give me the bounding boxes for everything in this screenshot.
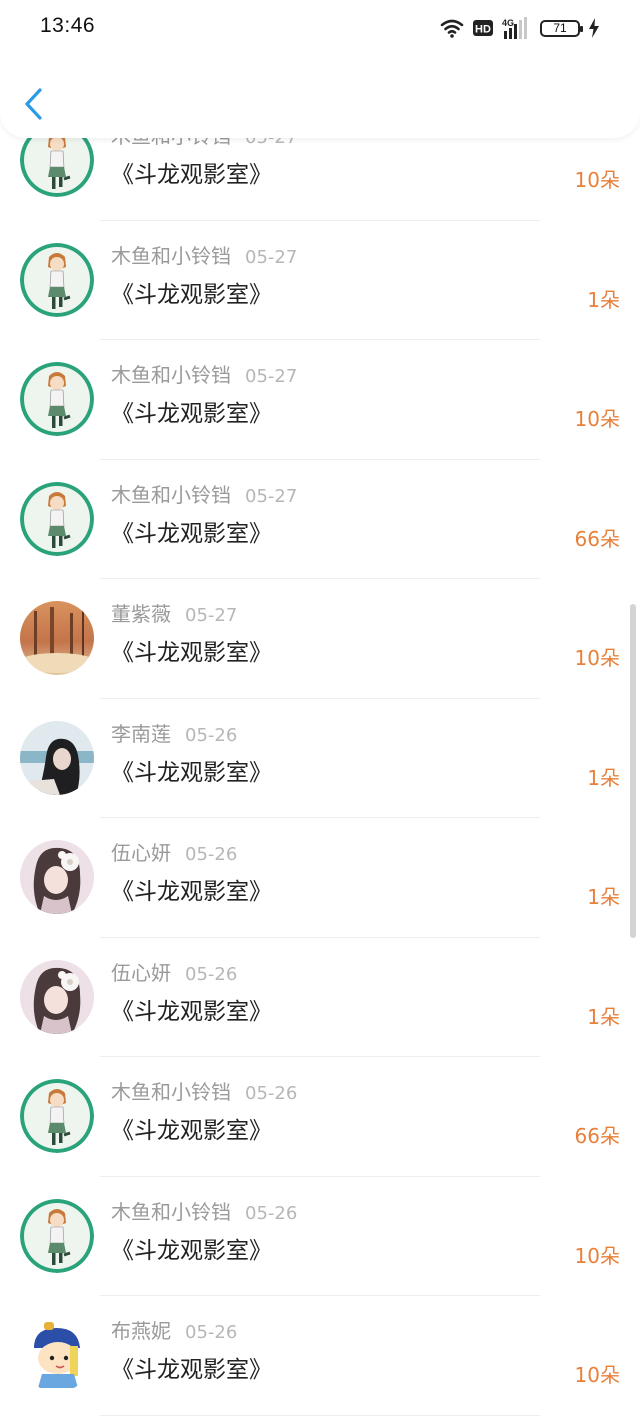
gift-date: 05-26: [185, 724, 238, 746]
hd-icon: HD: [473, 20, 493, 36]
work-title: 《斗龙观影室》: [111, 998, 272, 1025]
battery-icon: 71: [540, 19, 583, 37]
gift-date: 05-27: [185, 605, 238, 626]
sender-line: 伍心妍 05-26: [111, 838, 237, 868]
list-item[interactable]: 布燕妮 05-26 《斗龙观影室》 10朵: [0, 1296, 640, 1416]
flower-amount: 1朵: [587, 765, 620, 790]
sender-name: 董紫薇: [111, 602, 171, 626]
list-item[interactable]: 伍心妍 05-26 《斗龙观影室》 1朵: [0, 818, 640, 938]
gift-date: 05-27: [245, 366, 298, 387]
gift-date: 05-26: [185, 1322, 238, 1343]
gift-date: 05-26: [245, 1083, 298, 1104]
flower-amount: 10朵: [574, 168, 620, 192]
flower-amount: 1朵: [587, 287, 620, 312]
sender-line: 木鱼和小铃铛 05-27: [111, 480, 297, 510]
avatar[interactable]: [20, 1318, 94, 1392]
avatar[interactable]: [20, 1198, 94, 1273]
sender-line: 李南莲 05-26: [111, 719, 237, 749]
sender-name: 布燕妮: [111, 1319, 171, 1343]
flower-amount: 66朵: [574, 526, 620, 551]
sender-name: 李南莲: [111, 721, 171, 746]
list-item[interactable]: 伍心妍 05-26 《斗龙观影室》 1朵: [0, 938, 640, 1057]
wifi-icon: [440, 19, 464, 38]
list-item[interactable]: 李南莲 05-26 《斗龙观影室》 1朵: [0, 699, 640, 818]
sender-line: 木鱼和小铃铛 05-26: [111, 1197, 297, 1227]
flower-amount: 1朵: [587, 1004, 620, 1029]
flower-amount: 10朵: [574, 407, 620, 431]
page: 木鱼和小铃铛05-27《斗龙观影室》10朵木鱼和小铃铛05-27《斗龙观影室》1…: [0, 0, 640, 1422]
divider: [100, 1414, 540, 1416]
work-title: 《斗龙观影室》: [111, 759, 272, 786]
avatar[interactable]: [20, 1079, 94, 1153]
flower-amount: 10朵: [574, 1363, 620, 1387]
list-item[interactable]: 木鱼和小铃铛 05-26 《斗龙观影室》 66朵: [0, 1057, 640, 1177]
scrollbar[interactable]: [630, 604, 636, 938]
work-title: 《斗龙观影室》: [111, 520, 272, 547]
sender-name: 木鱼和小铃铛: [111, 243, 231, 268]
work-title: 《斗龙观影室》: [111, 640, 272, 666]
flower-amount: 66朵: [574, 1124, 620, 1148]
status-icons: HD 4G 71: [440, 14, 600, 42]
sender-name: 木鱼和小铃铛: [111, 1080, 231, 1104]
gift-list[interactable]: 木鱼和小铃铛05-27《斗龙观影室》10朵木鱼和小铃铛05-27《斗龙观影室》1…: [0, 101, 640, 1416]
gift-date: 05-26: [245, 1202, 298, 1224]
gift-date: 05-27: [245, 485, 298, 507]
flower-amount: 1朵: [587, 885, 620, 909]
svg-text:4G: 4G: [502, 18, 514, 28]
flower-amount: 10朵: [574, 646, 620, 670]
gift-date: 05-26: [185, 963, 238, 985]
work-title: 《斗龙观影室》: [111, 1237, 272, 1264]
chevron-left-icon: [25, 88, 42, 120]
sender-line: 木鱼和小铃铛 05-26: [111, 1077, 297, 1107]
avatar[interactable]: [20, 840, 94, 914]
sender-name: 伍心妍: [111, 841, 171, 865]
sender-name: 木鱼和小铃铛: [111, 363, 231, 387]
list-item[interactable]: 木鱼和小铃铛 05-27 《斗龙观影室》 1朵: [0, 221, 640, 340]
work-title: 《斗龙观影室》: [111, 162, 272, 188]
avatar[interactable]: [20, 481, 94, 556]
sender-line: 布燕妮 05-26: [111, 1316, 237, 1346]
work-title: 《斗龙观影室》: [111, 281, 272, 308]
avatar[interactable]: [20, 959, 94, 1034]
avatar[interactable]: [20, 362, 94, 436]
gift-date: 05-26: [185, 844, 238, 865]
avatar[interactable]: [20, 720, 94, 795]
list-item[interactable]: 木鱼和小铃铛 05-27 《斗龙观影室》 66朵: [0, 460, 640, 579]
sender-name: 木鱼和小铃铛: [111, 482, 231, 507]
work-title: 《斗龙观影室》: [111, 1118, 272, 1144]
charging-icon: [589, 18, 599, 38]
list-item[interactable]: 木鱼和小铃铛 05-27 《斗龙观影室》 10朵: [0, 340, 640, 460]
header: 13:46 HD 4G 71: [0, 0, 640, 138]
sender-line: 木鱼和小铃铛 05-27: [111, 241, 297, 271]
flower-amount: 10朵: [574, 1243, 620, 1268]
work-title: 《斗龙观影室》: [111, 1357, 272, 1383]
sender-line: 董紫薇 05-27: [111, 599, 237, 629]
list-item[interactable]: 木鱼和小铃铛 05-26 《斗龙观影室》 10朵: [0, 1177, 640, 1296]
svg-text:HD: HD: [475, 24, 491, 36]
status-time: 13:46: [40, 14, 96, 37]
list-item[interactable]: 董紫薇 05-27 《斗龙观影室》 10朵: [0, 579, 640, 699]
work-title: 《斗龙观影室》: [111, 879, 272, 905]
back-button[interactable]: [18, 84, 54, 124]
signal-icon: 4G: [502, 17, 527, 39]
sender-name: 木鱼和小铃铛: [111, 1199, 231, 1224]
avatar[interactable]: [20, 601, 94, 675]
avatar[interactable]: [20, 242, 94, 317]
gift-date: 05-27: [245, 246, 298, 268]
sender-line: 伍心妍 05-26: [111, 958, 237, 988]
work-title: 《斗龙观影室》: [111, 401, 272, 427]
sender-name: 伍心妍: [111, 960, 171, 985]
sender-line: 木鱼和小铃铛 05-27: [111, 360, 297, 390]
